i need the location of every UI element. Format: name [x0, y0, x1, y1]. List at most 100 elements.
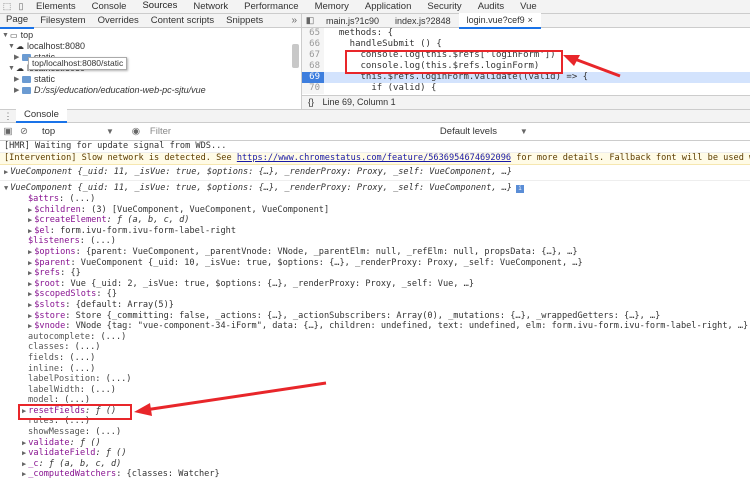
expand-triangle-icon[interactable]: ▶	[4, 168, 8, 176]
console-object-expanded[interactable]: ▼ VueComponent {_uid: 11, _isVue: true, $…	[0, 181, 750, 194]
console-output[interactable]: [HMR] Waiting for update signal from WDS…	[0, 141, 750, 478]
pretty-print-icon[interactable]: {}	[308, 97, 314, 107]
object-property[interactable]: ▶ _c: ƒ (a, b, c, d)	[0, 459, 750, 470]
expand-triangle-icon[interactable]: ▶	[14, 85, 22, 96]
tree-item-static[interactable]: ▶ static	[0, 74, 301, 85]
object-property[interactable]: ▶ $createElement: ƒ (a, b, c, d)	[0, 215, 750, 226]
expand-triangle-icon[interactable]: ▶	[28, 248, 32, 256]
property-value: : {parent: VueComponent, _parentVnode: V…	[75, 246, 578, 257]
clear-console-icon[interactable]: ⊘	[16, 126, 32, 137]
nav-tab-page[interactable]: Page	[0, 13, 35, 29]
file-tab-login-vue[interactable]: login.vue?cef9 ×	[458, 12, 541, 29]
expand-triangle-icon[interactable]: ▶	[14, 52, 22, 63]
property-value: : ƒ ()	[95, 448, 127, 459]
expand-triangle-icon[interactable]: ▶	[28, 312, 32, 320]
chevron-down-icon[interactable]: ▼	[520, 127, 528, 136]
collapse-triangle-icon[interactable]: ▼	[8, 41, 16, 52]
nav-tab-overrides[interactable]: Overrides	[92, 14, 145, 28]
tab-application[interactable]: Application	[357, 0, 419, 13]
toggle-navigator-icon[interactable]: ◧	[302, 15, 318, 26]
object-property[interactable]: ▶ $el: form.ivu-form.ivu-form-label-right	[0, 226, 750, 237]
object-property[interactable]: autocomplete: (...)	[0, 332, 750, 343]
object-property[interactable]: ▶ _computedWatchers: {classes: Watcher}	[0, 469, 750, 478]
collapse-triangle-icon[interactable]: ▼	[4, 184, 8, 192]
collapse-triangle-icon[interactable]: ▼	[8, 63, 16, 74]
nav-tab-content-scripts[interactable]: Content scripts	[145, 14, 220, 28]
context-selector[interactable]: top	[42, 126, 106, 137]
object-property[interactable]: ▶ $store: Store {_committing: false, _act…	[0, 311, 750, 322]
expand-triangle-icon[interactable]: ▶	[22, 460, 26, 468]
object-property[interactable]: ▶ $scopedSlots: {}	[0, 289, 750, 300]
object-property[interactable]: labelWidth: (...)	[0, 385, 750, 396]
tab-console[interactable]: Console	[84, 0, 135, 13]
log-levels-dropdown[interactable]: Default levels	[440, 126, 520, 137]
tree-item-host[interactable]: ▼ ☁ localhost:8080	[0, 41, 301, 52]
inspect-element-icon[interactable]: ⬚	[0, 0, 14, 13]
tab-vue[interactable]: Vue	[512, 0, 545, 13]
object-property[interactable]: ▶ $refs: {}	[0, 268, 750, 279]
object-property[interactable]: ▶ validate: ƒ ()	[0, 438, 750, 449]
object-property[interactable]: ▶ $root: Vue {_uid: 2, _isVue: true, $opt…	[0, 279, 750, 290]
more-tabs-icon[interactable]: »	[291, 15, 301, 26]
drawer-menu-icon[interactable]: ⋮	[0, 111, 16, 122]
object-property[interactable]: $listeners: (...)	[0, 236, 750, 247]
tab-audits[interactable]: Audits	[470, 0, 512, 13]
tab-network[interactable]: Network	[185, 0, 236, 13]
line-number[interactable]: 68	[302, 61, 324, 72]
expand-triangle-icon[interactable]: ▶	[28, 216, 32, 224]
tab-memory[interactable]: Memory	[307, 0, 357, 13]
close-tab-icon[interactable]: ×	[528, 15, 533, 25]
file-tab-main-js[interactable]: main.js?1c90	[318, 14, 387, 28]
collapse-triangle-icon[interactable]: ▼	[2, 30, 10, 41]
live-expression-eye-icon[interactable]: ◉	[128, 126, 144, 137]
expand-triangle-icon[interactable]: ▶	[28, 269, 32, 277]
breakpoint-line-number[interactable]: 69	[302, 72, 324, 83]
object-property[interactable]: ▶ $parent: VueComponent {_uid: 10, _isVue…	[0, 258, 750, 269]
expand-triangle-icon[interactable]: ▶	[28, 301, 32, 309]
nav-tab-filesystem[interactable]: Filesystem	[34, 14, 91, 28]
object-property[interactable]: showMessage: (...)	[0, 427, 750, 438]
object-property[interactable]: $attrs: (...)	[0, 194, 750, 205]
console-filter-input[interactable]: Filter	[150, 126, 440, 137]
line-number[interactable]: 67	[302, 50, 324, 61]
expand-triangle-icon[interactable]: ▶	[22, 470, 26, 478]
expand-triangle-icon[interactable]: ▶	[22, 449, 26, 457]
tab-elements[interactable]: Elements	[28, 0, 84, 13]
object-property[interactable]: ▶ validateField: ƒ ()	[0, 448, 750, 459]
tab-security[interactable]: Security	[419, 0, 469, 13]
expand-triangle-icon[interactable]: ▶	[28, 206, 32, 214]
nav-tab-snippets[interactable]: Snippets	[220, 14, 269, 28]
expand-triangle-icon[interactable]: ▶	[28, 322, 32, 330]
line-number[interactable]: 66	[302, 39, 324, 50]
expand-triangle-icon[interactable]: ▶	[28, 259, 32, 267]
info-icon[interactable]: i	[516, 185, 525, 193]
expand-triangle-icon[interactable]: ▶	[14, 74, 22, 85]
navigator-scrollbar[interactable]	[292, 44, 299, 68]
object-property[interactable]: ▶ $vnode: VNode {tag: "vue-component-34-i…	[0, 321, 750, 332]
sidebar-toggle-icon[interactable]: ▣	[0, 126, 16, 137]
expand-triangle-icon[interactable]: ▶	[22, 439, 26, 447]
object-property[interactable]: fields: (...)	[0, 353, 750, 364]
tab-sources[interactable]: Sources	[134, 0, 186, 13]
object-property[interactable]: classes: (...)	[0, 342, 750, 353]
chevron-down-icon[interactable]: ▼	[106, 127, 114, 136]
code-text: handleSubmit () {	[328, 39, 442, 49]
expand-triangle-icon[interactable]: ▶	[28, 290, 32, 298]
tree-item-top[interactable]: ▼ ▭ top	[0, 30, 301, 41]
tab-performance[interactable]: Performance	[236, 0, 306, 13]
file-tab-index-js[interactable]: index.js?2848	[387, 14, 459, 28]
expand-triangle-icon[interactable]: ▶	[28, 227, 32, 235]
object-property[interactable]: ▶ $options: {parent: VueComponent, _paren…	[0, 247, 750, 258]
object-property[interactable]: inline: (...)	[0, 364, 750, 375]
device-toolbar-icon[interactable]: ▯	[14, 0, 28, 13]
drawer-tab-console[interactable]: Console	[16, 109, 67, 123]
object-property[interactable]: ▶ $children: (3) [VueComponent, VueCompon…	[0, 205, 750, 216]
console-object-collapsed[interactable]: ▶ VueComponent {_uid: 11, _isVue: true, $…	[0, 165, 750, 181]
line-number[interactable]: 70	[302, 83, 324, 94]
chromestatus-link[interactable]: https://www.chromestatus.com/feature/563…	[237, 153, 511, 163]
object-property[interactable]: ▶ $slots: {default: Array(5)}	[0, 300, 750, 311]
line-number[interactable]: 65	[302, 28, 324, 39]
object-property[interactable]: labelPosition: (...)	[0, 374, 750, 385]
tree-item-path[interactable]: ▶ D:/ssj/education/education-web-pc-sjtu…	[0, 85, 301, 96]
expand-triangle-icon[interactable]: ▶	[28, 280, 32, 288]
